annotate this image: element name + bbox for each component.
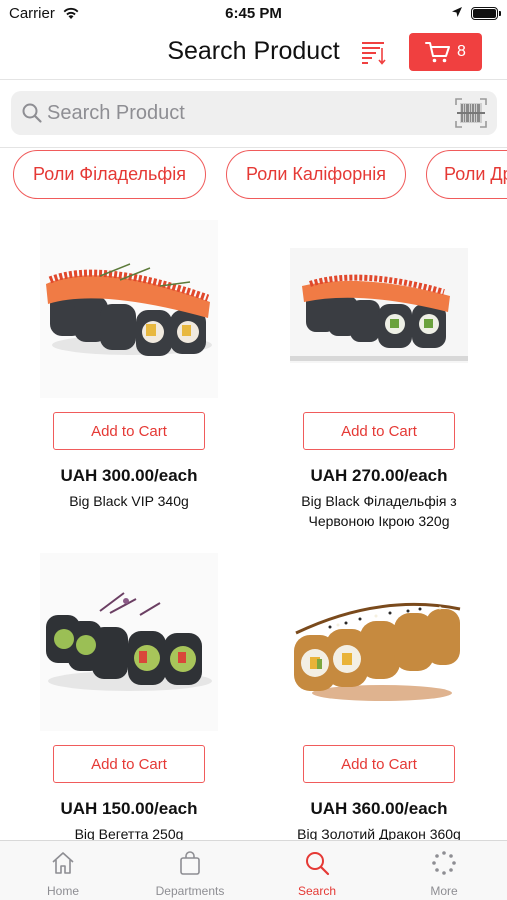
cart-count-badge: 8	[457, 43, 466, 60]
add-to-cart-button[interactable]: Add to Cart	[303, 412, 455, 450]
home-icon	[52, 852, 74, 874]
tab-search[interactable]: Search	[254, 841, 380, 900]
cart-icon	[425, 42, 451, 63]
tab-departments[interactable]: Departments	[127, 841, 253, 900]
product-image[interactable]	[290, 220, 468, 398]
category-chip[interactable]: Роли Філадельфія	[13, 150, 206, 199]
product-image[interactable]	[290, 553, 468, 731]
product-price: UAH 300.00/each	[60, 466, 198, 485]
product-image[interactable]	[40, 220, 218, 398]
add-to-cart-button[interactable]: Add to Cart	[303, 745, 455, 783]
search-icon	[306, 852, 330, 876]
product-name: Big Black VIP 340g	[69, 493, 189, 509]
barcode-scan-button[interactable]	[454, 97, 488, 129]
product-image[interactable]	[40, 553, 218, 731]
tab-label: More	[430, 884, 458, 898]
category-chip[interactable]: Роли Каліфорнія	[226, 150, 406, 199]
product-name: Big Black Філадельфія з Червоною Ікрою 3…	[301, 493, 457, 529]
divider	[0, 147, 507, 148]
tab-more[interactable]: More	[381, 841, 507, 900]
search-bar	[11, 91, 497, 135]
bag-icon	[180, 851, 200, 875]
battery-icon	[471, 7, 501, 20]
category-chips: Роли Філадельфія Роли Каліфорнія Роли Др	[0, 150, 507, 200]
tab-home[interactable]: Home	[0, 841, 126, 900]
tab-label: Home	[46, 884, 79, 898]
category-chip[interactable]: Роли Др	[426, 150, 507, 199]
product-price: UAH 360.00/each	[310, 799, 448, 818]
product-price: UAH 270.00/each	[310, 466, 448, 485]
search-input[interactable]	[47, 91, 447, 135]
tab-bar: Home Departments Search More	[0, 840, 507, 900]
sort-button[interactable]	[360, 38, 388, 66]
more-icon	[432, 851, 456, 875]
location-arrow-icon	[452, 7, 462, 17]
status-bar: Carrier 6:45 PM	[0, 0, 507, 28]
product-price: UAH 150.00/each	[60, 799, 198, 818]
cart-button[interactable]: 8	[409, 33, 482, 71]
sort-icon	[362, 42, 386, 65]
tab-label: Search	[297, 884, 337, 898]
header: Search Product 8	[0, 28, 507, 80]
clock: 6:45 PM	[225, 5, 282, 22]
add-to-cart-button[interactable]: Add to Cart	[53, 412, 205, 450]
add-to-cart-button[interactable]: Add to Cart	[53, 745, 205, 783]
tab-label: Departments	[155, 884, 225, 898]
barcode-icon	[455, 98, 487, 128]
search-icon	[22, 103, 42, 123]
